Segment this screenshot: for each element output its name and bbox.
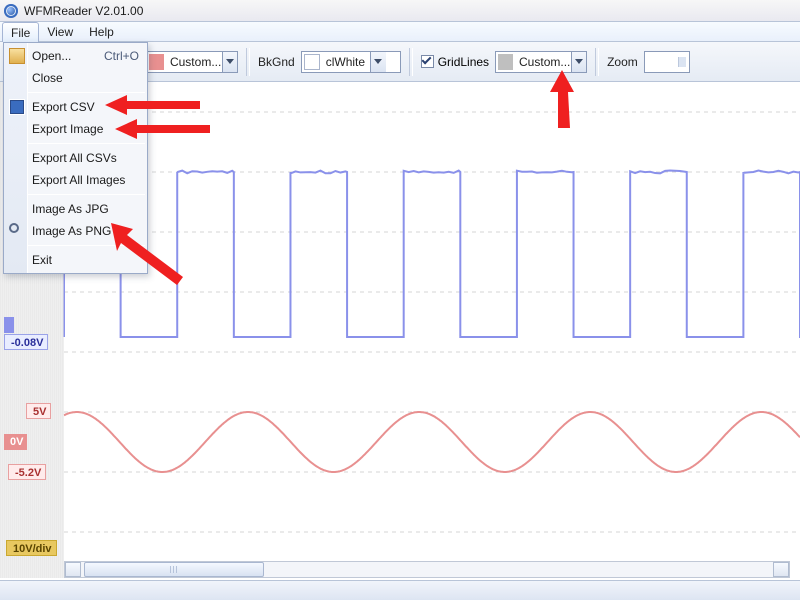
app-icon bbox=[4, 4, 18, 18]
chevron-down-icon[interactable] bbox=[370, 52, 386, 72]
menu-bar: File View Help bbox=[0, 22, 800, 42]
scroll-track[interactable] bbox=[81, 562, 773, 577]
title-bar: WFMReader V2.01.00 bbox=[0, 0, 800, 22]
ch2-zero-label[interactable]: 0V bbox=[4, 434, 27, 450]
scroll-left-button[interactable] bbox=[65, 562, 81, 577]
chevron-down-icon[interactable] bbox=[571, 52, 586, 72]
zoom-field[interactable] bbox=[644, 51, 690, 73]
ch2-color-combo[interactable]: Custom... bbox=[146, 51, 238, 73]
grid-color-combo[interactable]: Custom... bbox=[495, 51, 587, 73]
file-menu-dropdown: Open... Ctrl+O Close Export CSV Export I… bbox=[3, 42, 148, 274]
chevron-down-icon[interactable] bbox=[222, 52, 237, 72]
gridlines-checkbox[interactable]: GridLines bbox=[421, 55, 489, 69]
file-image-as-png[interactable]: Image As PNG bbox=[4, 220, 147, 242]
file-image-as-jpg[interactable]: Image As JPG bbox=[4, 198, 147, 220]
zoom-label: Zoom bbox=[607, 55, 638, 69]
file-export-csv[interactable]: Export CSV bbox=[4, 96, 147, 118]
ch1-zero-label[interactable]: -0.08V bbox=[4, 334, 48, 350]
menu-view[interactable]: View bbox=[39, 22, 81, 41]
folder-open-icon bbox=[9, 48, 25, 64]
ch2-low-label[interactable]: -5.2V bbox=[8, 464, 46, 480]
file-close[interactable]: Close bbox=[4, 67, 147, 89]
toolbar-separator bbox=[409, 48, 413, 76]
horizontal-scrollbar[interactable] bbox=[64, 561, 790, 578]
bkgnd-label: BkGnd bbox=[258, 55, 295, 69]
menu-file[interactable]: File bbox=[2, 22, 39, 42]
file-open[interactable]: Open... Ctrl+O bbox=[4, 45, 147, 67]
floppy-icon bbox=[9, 99, 25, 115]
toolbar-separator bbox=[246, 48, 250, 76]
menu-help[interactable]: Help bbox=[81, 22, 122, 41]
ch2-high-label[interactable]: 5V bbox=[26, 403, 51, 419]
swatch-ch2 bbox=[149, 54, 164, 70]
file-export-image[interactable]: Export Image bbox=[4, 118, 147, 140]
radio-selected-icon bbox=[9, 223, 19, 233]
window-title: WFMReader V2.01.00 bbox=[24, 4, 143, 18]
scroll-right-button[interactable] bbox=[773, 562, 789, 577]
status-bar bbox=[0, 580, 800, 600]
swatch-bg bbox=[304, 54, 320, 70]
file-exit[interactable]: Exit bbox=[4, 249, 147, 271]
swatch-grid bbox=[498, 54, 513, 70]
toolbar-separator bbox=[595, 48, 599, 76]
bkgnd-color-combo[interactable]: clWhite bbox=[301, 51, 401, 73]
gridlines-label: GridLines bbox=[438, 55, 489, 69]
volt-per-div-label[interactable]: 10V/div bbox=[6, 540, 57, 556]
scroll-thumb[interactable] bbox=[84, 562, 264, 577]
file-export-all-images[interactable]: Export All Images bbox=[4, 169, 147, 191]
file-export-all-csvs[interactable]: Export All CSVs bbox=[4, 147, 147, 169]
ch1-marker[interactable] bbox=[4, 317, 14, 333]
checkbox-box bbox=[421, 55, 434, 68]
